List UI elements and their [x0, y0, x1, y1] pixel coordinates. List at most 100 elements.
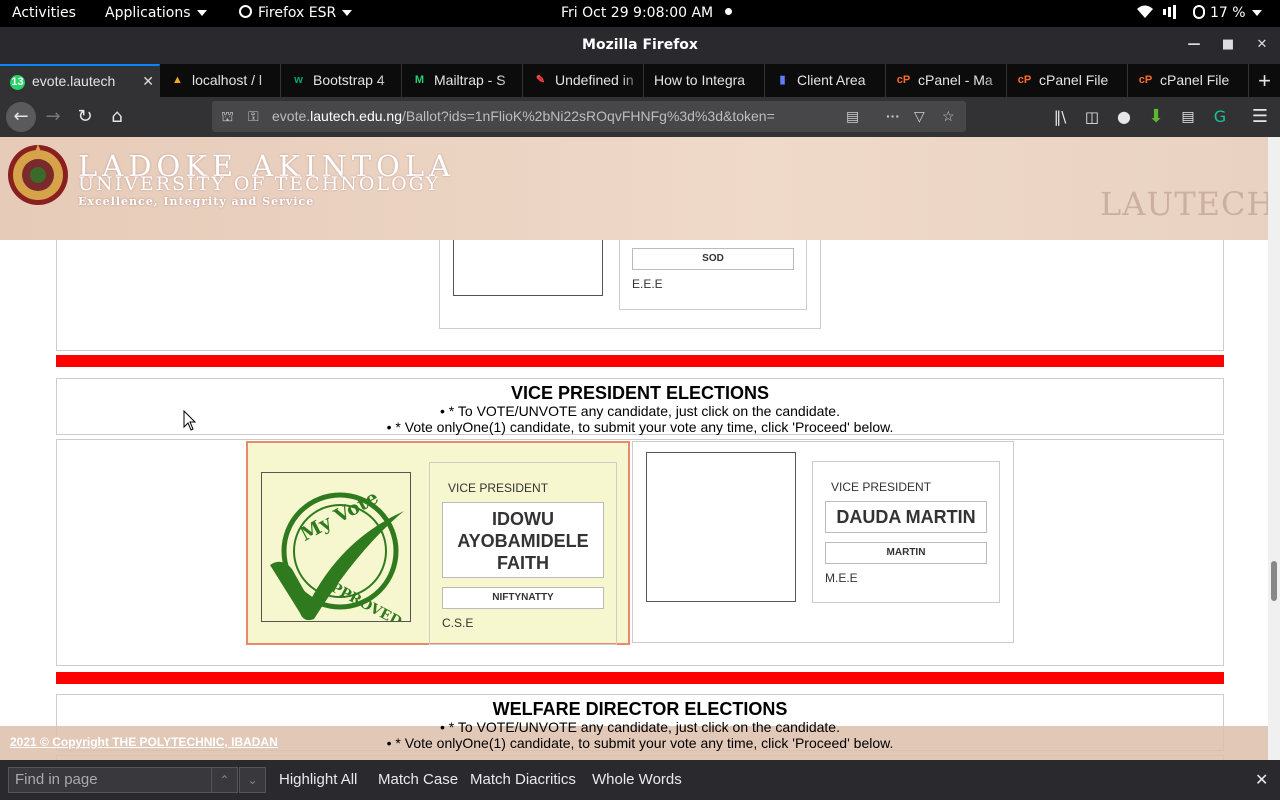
url-path: /Ballot?ids=1nFlioK%2bNi22sROqvFHNFg%3d%…: [402, 108, 775, 124]
library-icon[interactable]: ‖\: [1047, 104, 1073, 130]
pen-icon: ✎: [535, 74, 546, 86]
activities-button[interactable]: Activities: [12, 5, 76, 21]
url-bar[interactable]: ⛫ ⚿ evote.lautech.edu.ng/Ballot?ids=1nFl…: [212, 101, 966, 132]
candidate-name: DAUDA MARTIN: [825, 501, 987, 533]
navigation-toolbar: ← → ↻ ⌂ ⛫ ⚿ evote.lautech.edu.ng/Ballot?…: [0, 97, 1280, 137]
firefox-app-menu[interactable]: Firefox ESR: [239, 5, 353, 21]
tab-fade: [863, 64, 885, 97]
tab-label: Mailtrap - S: [434, 72, 506, 88]
screenshot-icon[interactable]: ▤: [1175, 104, 1201, 130]
tab-cpanel-3[interactable]: cP cPanel File: [1128, 64, 1249, 97]
tab-fade: [379, 64, 401, 97]
tab-label: Client Area: [797, 72, 866, 88]
sidebar-icon[interactable]: ◫: [1079, 104, 1105, 130]
candidate-nickname: SOD: [632, 248, 794, 270]
chevron-down-icon: [1251, 10, 1262, 16]
approved-stamp-icon: My Vote APPROVED: [270, 486, 404, 630]
minimize-icon[interactable]: —: [1184, 35, 1204, 55]
university-logo: [8, 144, 68, 205]
url-domain: lautech.edu.ng: [310, 108, 402, 124]
find-input[interactable]: Find in page: [8, 767, 212, 793]
firefox-app-label: Firefox ESR: [258, 5, 337, 21]
tab-fade: [621, 64, 643, 97]
battery-label: 17 %: [1210, 5, 1246, 21]
match-case-option[interactable]: Match Case: [378, 771, 458, 788]
tab-fade: [984, 64, 1006, 97]
grammarly-icon[interactable]: G: [1207, 104, 1233, 130]
notification-dot-icon: [725, 8, 733, 15]
whole-words-option[interactable]: Whole Words: [592, 771, 682, 788]
maximize-icon[interactable]: ■: [1218, 35, 1238, 55]
tab-cpanel-1[interactable]: cP cPanel - Ma: [886, 64, 1007, 97]
phpmyadmin-icon: ▲: [172, 74, 183, 86]
url-prefix: evote.: [272, 108, 311, 124]
tab-label: Bootstrap 4: [313, 72, 385, 88]
clock[interactable]: Fri Oct 29 9:08:00 AM: [561, 5, 733, 21]
tab-bootstrap[interactable]: w Bootstrap 4: [281, 64, 402, 97]
account-icon[interactable]: ●: [1111, 104, 1137, 130]
candidate-card-idowu[interactable]: My Vote APPROVED VICE PRESIDENT IDOWU AY…: [246, 441, 630, 645]
candidate-department: M.E.E: [825, 571, 858, 585]
back-icon[interactable]: ←: [6, 102, 36, 132]
candidate-role: VICE PRESIDENT: [831, 480, 932, 494]
candidate-role: VICE PRESIDENT: [448, 481, 549, 495]
battery-icon: [1193, 5, 1205, 19]
clock-label: Fri Oct 29 9:08:00 AM: [561, 5, 714, 21]
find-previous-icon[interactable]: ⌃: [211, 767, 238, 793]
section-divider: [56, 355, 1224, 367]
forward-icon[interactable]: →: [40, 104, 66, 130]
shield-icon[interactable]: ⛫: [221, 101, 234, 132]
hamburger-menu-icon[interactable]: ☰: [1247, 104, 1273, 130]
welfare-instruction-2: • * Vote onlyOne(1) candidate, to submit…: [386, 735, 894, 751]
tab-undefined[interactable]: ✎ Undefined in: [523, 64, 644, 97]
scrollbar-thumb[interactable]: [1271, 561, 1277, 601]
pocket-icon[interactable]: ▽: [914, 101, 925, 132]
wifi-icon[interactable]: [1137, 5, 1153, 23]
page-actions-icon[interactable]: ···: [886, 101, 900, 132]
download-icon[interactable]: ⬇: [1143, 104, 1169, 130]
tab-label: evote.lautech: [32, 73, 116, 89]
new-tab-icon[interactable]: +: [1249, 64, 1280, 97]
battery-indicator[interactable]: 17 %: [1193, 5, 1262, 21]
tab-mailtrap[interactable]: M Mailtrap - S: [402, 64, 523, 97]
tab-how-to[interactable]: How to Integra: [644, 64, 765, 97]
welfare-instruction-1: • * To VOTE/UNVOTE any candidate, just c…: [440, 719, 840, 735]
volume-icon[interactable]: [1163, 5, 1179, 23]
cpanel-icon: cP: [1138, 74, 1153, 86]
tab-label: localhost / l: [192, 72, 263, 88]
tab-cpanel-2[interactable]: cP cPanel File: [1007, 64, 1128, 97]
reader-view-icon[interactable]: ▤: [846, 101, 859, 132]
highlight-all-option[interactable]: Highlight All: [279, 771, 357, 788]
candidate-nickname: NIFTYNATTY: [442, 587, 604, 609]
cpanel-icon: cP: [896, 74, 911, 86]
tab-fade: [258, 64, 280, 97]
bookmark-star-icon[interactable]: ☆: [942, 101, 955, 132]
tab-client-area[interactable]: ▮ Client Area: [765, 64, 886, 97]
lock-icon[interactable]: ⚿: [248, 101, 259, 132]
applications-label: Applications: [105, 5, 191, 21]
match-diacritics-option[interactable]: Match Diacritics: [470, 771, 576, 788]
page-content: SOD E.E.E LADOKE AKINTOLA UNIVERSITY OF …: [0, 137, 1268, 760]
close-tab-icon[interactable]: ✕: [142, 66, 154, 97]
reload-icon[interactable]: ↻: [72, 104, 98, 130]
tab-fade: [1105, 64, 1127, 97]
candidate-info: VICE PRESIDENT DAUDA MARTIN MARTIN M.E.E: [812, 461, 1000, 603]
find-next-icon[interactable]: ⌄: [239, 767, 266, 793]
home-icon[interactable]: ⌂: [104, 104, 130, 130]
candidate-card-dauda[interactable]: VICE PRESIDENT DAUDA MARTIN MARTIN M.E.E: [632, 441, 1014, 643]
page-scrollbar[interactable]: [1268, 137, 1280, 760]
tab-localhost[interactable]: ▲ localhost / l: [160, 64, 281, 97]
tab-fade: [1226, 64, 1248, 97]
vote-stamp: My Vote APPROVED: [261, 472, 411, 630]
applications-menu[interactable]: Applications: [105, 5, 207, 21]
close-window-icon[interactable]: ✕: [1252, 35, 1272, 55]
tab-fade: [742, 64, 764, 97]
chevron-down-icon: [196, 10, 207, 16]
w3-icon: w: [294, 74, 303, 86]
tab-evote[interactable]: 13 evote.lautech ✕: [0, 64, 160, 97]
welfare-section-title: WELFARE DIRECTOR ELECTIONS: [492, 699, 788, 719]
url-text: evote.lautech.edu.ng/Ballot?ids=1nFlioK%…: [272, 101, 832, 132]
candidate-name: IDOWU AYOBAMIDELE FAITH: [442, 502, 604, 578]
close-findbar-icon[interactable]: ✕: [1255, 770, 1268, 790]
candidate-department: C.S.E: [442, 616, 474, 630]
